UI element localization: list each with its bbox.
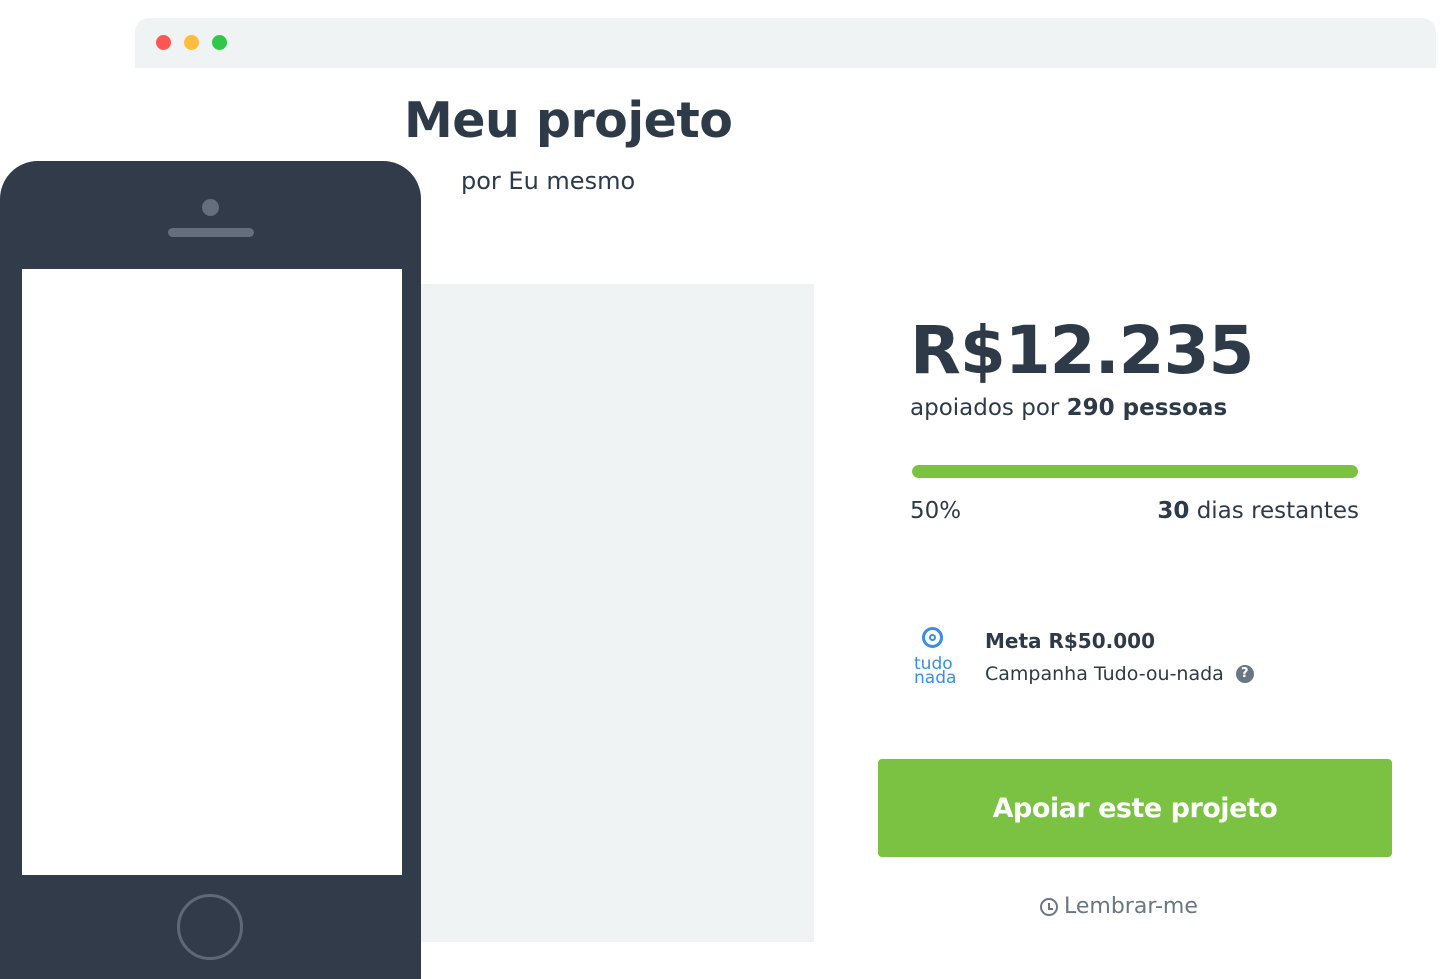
backers-text: apoiados por 290 pessoas [910,395,1227,421]
phone-mockup [0,161,421,979]
remind-me-link[interactable]: Lembrar-me [1040,894,1198,919]
browser-title-bar [135,18,1436,68]
logo-word-bottom: nada [914,668,957,688]
days-suffix: dias restantes [1196,498,1359,524]
maximize-window-button[interactable] [212,35,227,50]
funding-progress-fill [912,465,1358,478]
funding-percent: 50% [910,498,962,524]
funding-goal: Meta R$50.000 [985,629,1155,653]
backers-count: 290 pessoas [1066,395,1228,421]
funding-progress-bar [912,465,1358,478]
question-icon[interactable]: ? [1235,665,1254,683]
funding-amount: R$12.235 [910,312,1254,389]
close-window-button[interactable] [156,35,171,50]
tudo-ou-nada-logo: tudo nada [912,627,960,689]
phone-speaker [168,228,254,237]
target-icon [922,627,943,648]
backers-prefix: apoiados por [910,395,1060,421]
days-count: 30 [1157,498,1190,524]
project-media-placeholder [404,284,814,942]
clock-icon [1040,897,1058,916]
page: Meu projeto por Eu mesmo R$12.235 apoiad… [0,0,1456,979]
phone-screen [22,269,402,875]
campaign-type: Campanha Tudo-ou-nada ? [985,663,1254,685]
back-project-button[interactable]: Apoiar este projeto [878,759,1392,857]
phone-home-button [177,894,243,960]
phone-camera [202,199,219,216]
minimize-window-button[interactable] [184,35,199,50]
campaign-type-label: Campanha Tudo-ou-nada [985,663,1224,685]
project-title: Meu projeto [404,92,733,149]
project-byline: por Eu mesmo [461,167,636,195]
days-remaining: 30 dias restantes [1157,498,1359,524]
remind-me-label: Lembrar-me [1064,894,1198,919]
